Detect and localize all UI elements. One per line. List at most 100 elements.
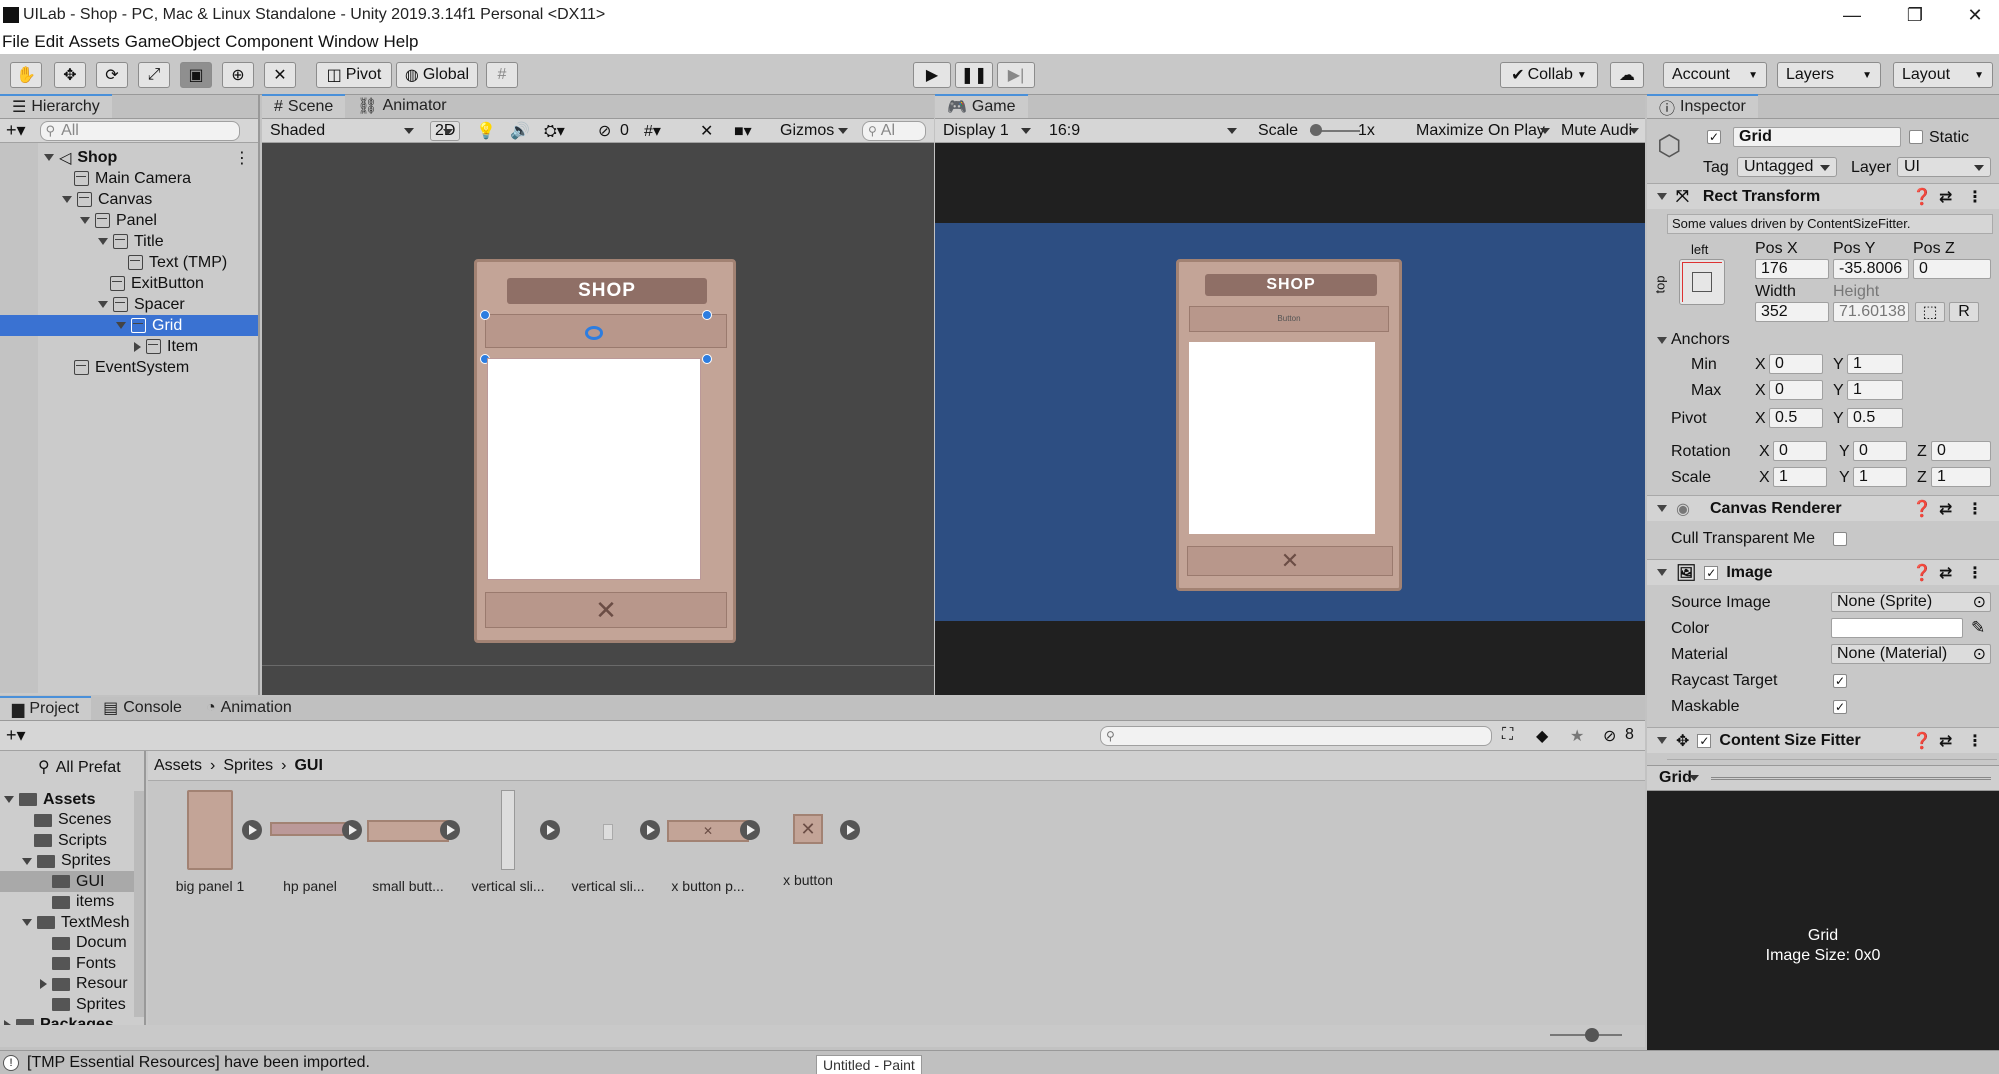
zoom-slider-thumb[interactable] — [1585, 1028, 1599, 1042]
hierarchy-item-canvas[interactable]: Canvas — [62, 189, 152, 210]
project-folder-docum[interactable]: Docum — [40, 933, 127, 954]
selection-handle-br[interactable] — [702, 354, 712, 364]
menu-help[interactable]: Help — [384, 32, 419, 52]
content-size-fitter-header[interactable]: ✥ ✓ Content Size Fitter ❓ ⇄ ⋮ — [1647, 727, 1999, 753]
material-field[interactable]: None (Material) ⊙ — [1831, 644, 1991, 664]
component-menu-icon[interactable]: ⋮ — [1967, 563, 1983, 583]
menu-gameobject[interactable]: GameObject — [125, 32, 220, 52]
preview-drag-handle[interactable] — [1711, 777, 1991, 780]
hierarchy-search-input[interactable]: ⚲ All — [39, 120, 240, 141]
gizmos-dropdown[interactable]: Gizmos — [774, 121, 854, 141]
expand-arrow-icon[interactable] — [80, 217, 90, 224]
layers-dropdown[interactable]: Layers ▼ — [1777, 62, 1881, 88]
add-icon[interactable]: +▾ — [6, 725, 26, 746]
tab-inspector[interactable]: ⓘ Inspector — [1647, 94, 1758, 118]
layout-dropdown[interactable]: Layout ▼ — [1893, 62, 1993, 88]
anchors-arrow-icon[interactable] — [1657, 337, 1667, 344]
rect-tool-button[interactable]: ▣ — [180, 62, 212, 88]
minimize-icon[interactable]: — — [1830, 0, 1874, 30]
expand-arrow-icon[interactable] — [4, 1020, 11, 1025]
preset-icon[interactable]: ⇄ — [1939, 187, 1952, 207]
status-message[interactable]: [TMP Essential Resources] have been impo… — [27, 1054, 370, 1072]
menu-window[interactable]: Window — [318, 32, 378, 52]
effects-icon[interactable]: ⛭▾ — [544, 121, 565, 141]
help-icon[interactable]: ❓ — [1912, 563, 1932, 583]
asset-big-panel[interactable]: big panel 1 — [170, 790, 250, 894]
help-icon[interactable]: ❓ — [1912, 731, 1932, 751]
hidden-objects-icon[interactable]: ⊘ — [598, 121, 611, 141]
asset-vertical-slider[interactable]: vertical sli... — [464, 790, 552, 894]
hierarchy-item-title[interactable]: Title — [98, 231, 164, 252]
expand-arrow-icon[interactable] — [116, 322, 126, 329]
filter-type-icon[interactable]: ⛶ — [1502, 726, 1513, 744]
display-dropdown[interactable]: Display 1 — [937, 121, 1037, 141]
cull-transparent-checkbox[interactable] — [1833, 532, 1847, 546]
hand-tool-button[interactable]: ✋ — [10, 62, 42, 88]
expand-arrow-icon[interactable] — [22, 857, 32, 865]
step-button[interactable]: ▶| — [997, 62, 1035, 88]
image-header[interactable]: 🖼 ✓ Image ❓ ⇄ ⋮ — [1647, 559, 1999, 585]
favorites-row[interactable]: ⚲ All Prefat — [38, 757, 121, 777]
expand-arrow-icon[interactable] — [62, 196, 72, 203]
tab-project[interactable]: ▆ Project — [0, 696, 92, 720]
expand-arrow-icon[interactable] — [44, 154, 54, 161]
move-tool-button[interactable]: ✥ — [54, 62, 86, 88]
asset-vertical-slider-2[interactable]: vertical sli... — [564, 790, 652, 894]
filter-label-icon[interactable]: ◆ — [1536, 726, 1548, 746]
tab-animation[interactable]: ◔ Animation — [194, 696, 304, 720]
help-icon[interactable]: ❓ — [1912, 499, 1932, 519]
eyedropper-icon[interactable]: ✎ — [1971, 618, 1985, 638]
preset-icon[interactable]: ⇄ — [1939, 563, 1952, 583]
grid-toggle-icon[interactable]: #▾ — [644, 121, 661, 141]
expand-asset-icon[interactable] — [740, 820, 760, 840]
image-enabled-checkbox[interactable]: ✓ — [1704, 565, 1719, 580]
close-icon[interactable]: ✕ — [1953, 0, 1997, 30]
raw-edit-button[interactable]: R — [1949, 302, 1979, 322]
expand-arrow-icon[interactable] — [22, 919, 32, 926]
expand-asset-icon[interactable] — [440, 820, 460, 840]
scale-x-input[interactable]: 1 — [1773, 467, 1827, 487]
grid-snap-button[interactable]: # — [486, 62, 518, 88]
project-folder-scripts[interactable]: Scripts — [22, 830, 107, 851]
selection-handle-tl[interactable] — [480, 310, 490, 320]
hierarchy-item-exitbutton[interactable]: ExitButton — [98, 273, 204, 294]
preset-icon[interactable]: ⇄ — [1939, 499, 1952, 519]
scale-y-input[interactable]: 1 — [1853, 467, 1907, 487]
audio-icon[interactable]: 🔊 — [510, 121, 530, 141]
raycast-checkbox[interactable]: ✓ — [1833, 674, 1847, 688]
preset-icon[interactable]: ⇄ — [1939, 731, 1952, 751]
rotate-tool-button[interactable]: ⟳ — [96, 62, 128, 88]
cloud-button[interactable]: ☁ — [1610, 62, 1644, 88]
add-icon[interactable]: +▾ — [6, 120, 26, 141]
help-icon[interactable]: ❓ — [1912, 187, 1932, 207]
pivot-y-input[interactable]: 0.5 — [1847, 408, 1903, 428]
posy-input[interactable]: -35.8006 — [1833, 259, 1909, 279]
expand-asset-icon[interactable] — [242, 820, 262, 840]
project-folder-fonts[interactable]: Fonts — [40, 953, 116, 974]
posx-input[interactable]: 176 — [1755, 259, 1829, 279]
tab-console[interactable]: ▤ Console — [91, 696, 194, 720]
pause-button[interactable]: ❚❚ — [955, 62, 993, 88]
project-folder-textmesh[interactable]: TextMesh — [22, 912, 129, 933]
menu-assets[interactable]: Assets — [69, 32, 120, 52]
canvas-renderer-header[interactable]: ◉ Canvas Renderer ❓ ⇄ ⋮ — [1647, 495, 1999, 521]
width-input[interactable]: 352 — [1755, 302, 1829, 322]
anchor-preset-button[interactable] — [1679, 259, 1725, 305]
tab-hierarchy[interactable]: ☰ Hierarchy — [0, 94, 112, 118]
tab-game[interactable]: 🎮 Game — [935, 94, 1028, 118]
rect-transform-header[interactable]: ⤧ Rect Transform ❓ ⇄ ⋮ — [1647, 183, 1999, 209]
asset-hp-panel[interactable]: hp panel — [266, 790, 354, 894]
csf-enabled-checkbox[interactable]: ✓ — [1697, 733, 1712, 748]
custom-tool-button[interactable]: ✕ — [264, 62, 296, 88]
collab-button[interactable]: ✔ Collab ▼ — [1500, 62, 1598, 88]
object-name-input[interactable]: Grid — [1733, 127, 1901, 147]
hierarchy-item-spacer[interactable]: Spacer — [98, 294, 185, 315]
menu-component[interactable]: Component — [225, 32, 313, 52]
breadcrumb-gui[interactable]: GUI — [294, 757, 322, 775]
asset-small-button[interactable]: small butt... — [364, 790, 452, 894]
menu-edit[interactable]: Edit — [34, 32, 63, 52]
hierarchy-item-item[interactable]: Item — [134, 336, 198, 357]
component-menu-icon[interactable]: ⋮ — [1967, 731, 1983, 751]
game-viewport[interactable]: SHOP Button ✕ — [935, 223, 1645, 621]
shop-panel[interactable]: SHOP ✕ — [474, 259, 736, 643]
